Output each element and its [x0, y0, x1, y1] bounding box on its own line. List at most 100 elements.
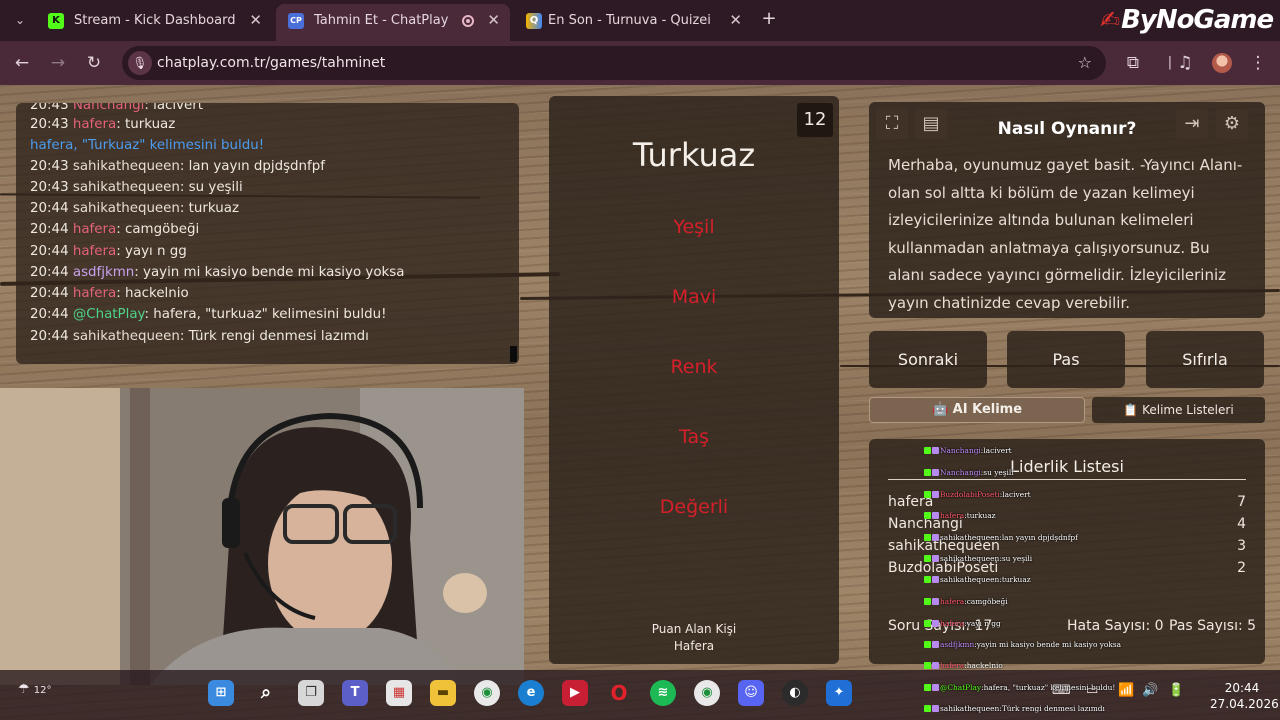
reload-icon[interactable]: ↻ — [82, 51, 106, 75]
chat-message: 20:44 sahikathequeen: Türk rengi denmesi… — [30, 328, 369, 346]
microphone-icon[interactable]: 🎙 — [128, 51, 152, 75]
chat-message: 20:43 sahikathequeen: su yeşili — [30, 179, 243, 197]
message-user: sahikathequeen — [72, 201, 180, 216]
message-user: hafera — [72, 222, 117, 237]
scorer-label: Puan Alan Kişi — [651, 622, 737, 636]
error-count: Hata Sayısı: 0 — [1067, 618, 1164, 634]
forward-arrow-icon[interactable]: → — [46, 51, 70, 75]
tab-quizei[interactable]: Q En Son - Turnuva - Quizei ✕ — [514, 4, 752, 37]
chat-message: 20:44 hafera: hackelnio — [30, 285, 189, 303]
word-lists-button[interactable]: 📋 Kelime Listeleri — [1092, 397, 1265, 423]
forbidden-word: Renk — [670, 356, 718, 378]
opera-icon[interactable]: O — [606, 680, 632, 706]
system-clock[interactable]: 20:44 27.04.2026 — [1210, 680, 1279, 712]
player-score: 4 — [1237, 516, 1246, 532]
forbidden-word: Değerli — [659, 496, 729, 518]
brand-text: ByNoGame — [1121, 5, 1274, 35]
close-tab-icon[interactable]: ✕ — [729, 4, 742, 37]
chrome-profile-icon[interactable]: ◉ — [694, 680, 720, 706]
webcam-feed — [0, 388, 524, 685]
extensions-icon[interactable]: ⧉ — [1121, 51, 1145, 75]
next-button[interactable]: Sonraki — [869, 331, 987, 388]
search-icon[interactable]: ⌕ — [253, 680, 279, 706]
message-time: 20:43 — [30, 159, 69, 174]
url-text[interactable]: chatplay.com.tr/games/tahminet — [157, 46, 385, 80]
tab-title: En Son - Turnuva - Quizei — [548, 13, 711, 28]
player-name: sahikathequeen — [888, 538, 1000, 554]
reset-button[interactable]: Sıfırla — [1146, 331, 1264, 388]
message-user: @ChatPlay — [72, 307, 145, 322]
tab-title: Stream - Kick Dashboard — [74, 13, 236, 28]
close-tab-icon[interactable]: ✕ — [249, 4, 262, 37]
target-word: Turkuaz — [632, 136, 756, 174]
message-user: sahikathequeen — [72, 329, 180, 344]
scorer-name: Hafera — [673, 639, 715, 653]
video-player-icon[interactable]: ▶ — [562, 680, 588, 706]
bynogame-logo: ✍ByNoGame — [1100, 2, 1280, 38]
task-view-icon[interactable]: ❐ — [298, 680, 324, 706]
close-tab-icon[interactable]: ✕ — [487, 4, 500, 37]
pass-button[interactable]: Pas — [1007, 331, 1125, 388]
weather-widget[interactable]: ☂ 12° — [18, 682, 52, 697]
player-name: hafera — [888, 494, 934, 510]
leaderboard-panel: Liderlik Listesi hafera 7 Nanchangi 4 sa… — [869, 439, 1265, 664]
chat-message: 20:44 asdfjkmn: yayin mi kasiyo bende mi… — [30, 264, 404, 282]
windows-start-icon[interactable]: ⊞ — [208, 680, 234, 706]
tab-search-button[interactable]: ⌄ — [8, 8, 32, 32]
message-time: 20:44 — [30, 244, 69, 259]
message-text: : turkuaz — [116, 117, 176, 132]
message-text: : camgöbeği — [116, 222, 200, 237]
flame-icon: ✍ — [1100, 6, 1120, 34]
edge-icon[interactable]: e — [518, 680, 544, 706]
message-text: : turkuaz — [179, 201, 239, 216]
browser-toolbar: ← → ↻ 🎙 chatplay.com.tr/games/tahminet ☆… — [0, 41, 1280, 85]
gear-icon[interactable]: ⚙ — [1216, 109, 1248, 139]
ai-word-button[interactable]: 🤖 AI Kelime — [869, 397, 1085, 423]
exit-icon[interactable]: ⇥ — [1176, 109, 1208, 139]
wifi-icon[interactable]: 📶 — [1118, 683, 1134, 698]
message-user: sahikathequeen — [72, 159, 180, 174]
chat-message: 20:44 hafera: camgöbeği — [30, 221, 199, 239]
message-text: : su yeşili — [179, 180, 243, 195]
new-tab-button[interactable]: + — [758, 8, 780, 30]
message-time: 20:44 — [30, 222, 69, 237]
media-control-icon[interactable]: ♫ — [1173, 51, 1197, 75]
back-arrow-icon[interactable]: ← — [10, 51, 34, 75]
tab-strip: ⌄ K Stream - Kick Dashboard ✕ CP Tahmin … — [0, 0, 1280, 41]
kebab-menu-icon[interactable]: ⋮ — [1246, 51, 1270, 75]
discord-icon[interactable]: ☺ — [738, 680, 764, 706]
umbrella-icon: ☂ — [18, 682, 30, 697]
clock-date: 27.04.2026 — [1210, 697, 1279, 711]
message-text: : yayin mi kasiyo bende mi kasiyo yoksa — [134, 265, 405, 280]
tab-title: Tahmin Et - ChatPlay — [314, 13, 449, 28]
chat-message: 20:43 Nanchangi: lacivert — [30, 103, 203, 115]
battery-icon[interactable]: 🔋 — [1168, 683, 1184, 698]
message-user: hafera — [72, 117, 117, 132]
timer-counter: 12 — [797, 103, 833, 137]
bookmark-star-icon[interactable]: ☆ — [1078, 46, 1092, 80]
volume-icon[interactable]: 🔊 — [1142, 683, 1158, 698]
network-app-icon[interactable]: ✦ — [826, 680, 852, 706]
chat-panel: 20:43 Nanchangi: lacivert 20:43 hafera: … — [16, 103, 519, 364]
obs-icon[interactable]: ◐ — [782, 680, 808, 706]
forbidden-word: Mavi — [671, 286, 717, 308]
chrome-icon[interactable]: ◉ — [474, 680, 500, 706]
file-explorer-icon[interactable]: ▬ — [430, 680, 456, 706]
chat-message: 20:44 hafera: yayı n gg — [30, 243, 187, 261]
weather-temp: 12° — [33, 685, 52, 696]
chat-scrollbar[interactable] — [510, 346, 517, 362]
teams-icon[interactable]: T — [342, 680, 368, 706]
clipboard-icon: 📋 — [1123, 403, 1143, 417]
chat-message: 20:44 sahikathequeen: turkuaz — [30, 200, 239, 218]
tab-chatplay[interactable]: CP Tahmin Et - ChatPlay ✕ — [276, 4, 510, 41]
windows-taskbar: ☂ 12° ⊞ ⌕ ❐ T ▦ ▬ ◉ e ▶ O ≋ ◉ ☺ ◐ ✦ ⌨ ▭ … — [0, 670, 1280, 720]
store-icon[interactable]: ▦ — [386, 680, 412, 706]
tab-kick-dashboard[interactable]: K Stream - Kick Dashboard ✕ — [36, 4, 272, 37]
address-bar[interactable]: 🎙 chatplay.com.tr/games/tahminet ☆ — [122, 46, 1106, 80]
message-user: hafera — [72, 286, 117, 301]
screen-icon[interactable]: ▭ — [1086, 683, 1098, 698]
message-text: : lan yayın dpjdşdnfpf — [179, 159, 325, 174]
profile-avatar[interactable] — [1212, 53, 1232, 73]
keyboard-icon[interactable]: ⌨ — [1052, 683, 1071, 698]
spotify-icon[interactable]: ≋ — [650, 680, 676, 706]
